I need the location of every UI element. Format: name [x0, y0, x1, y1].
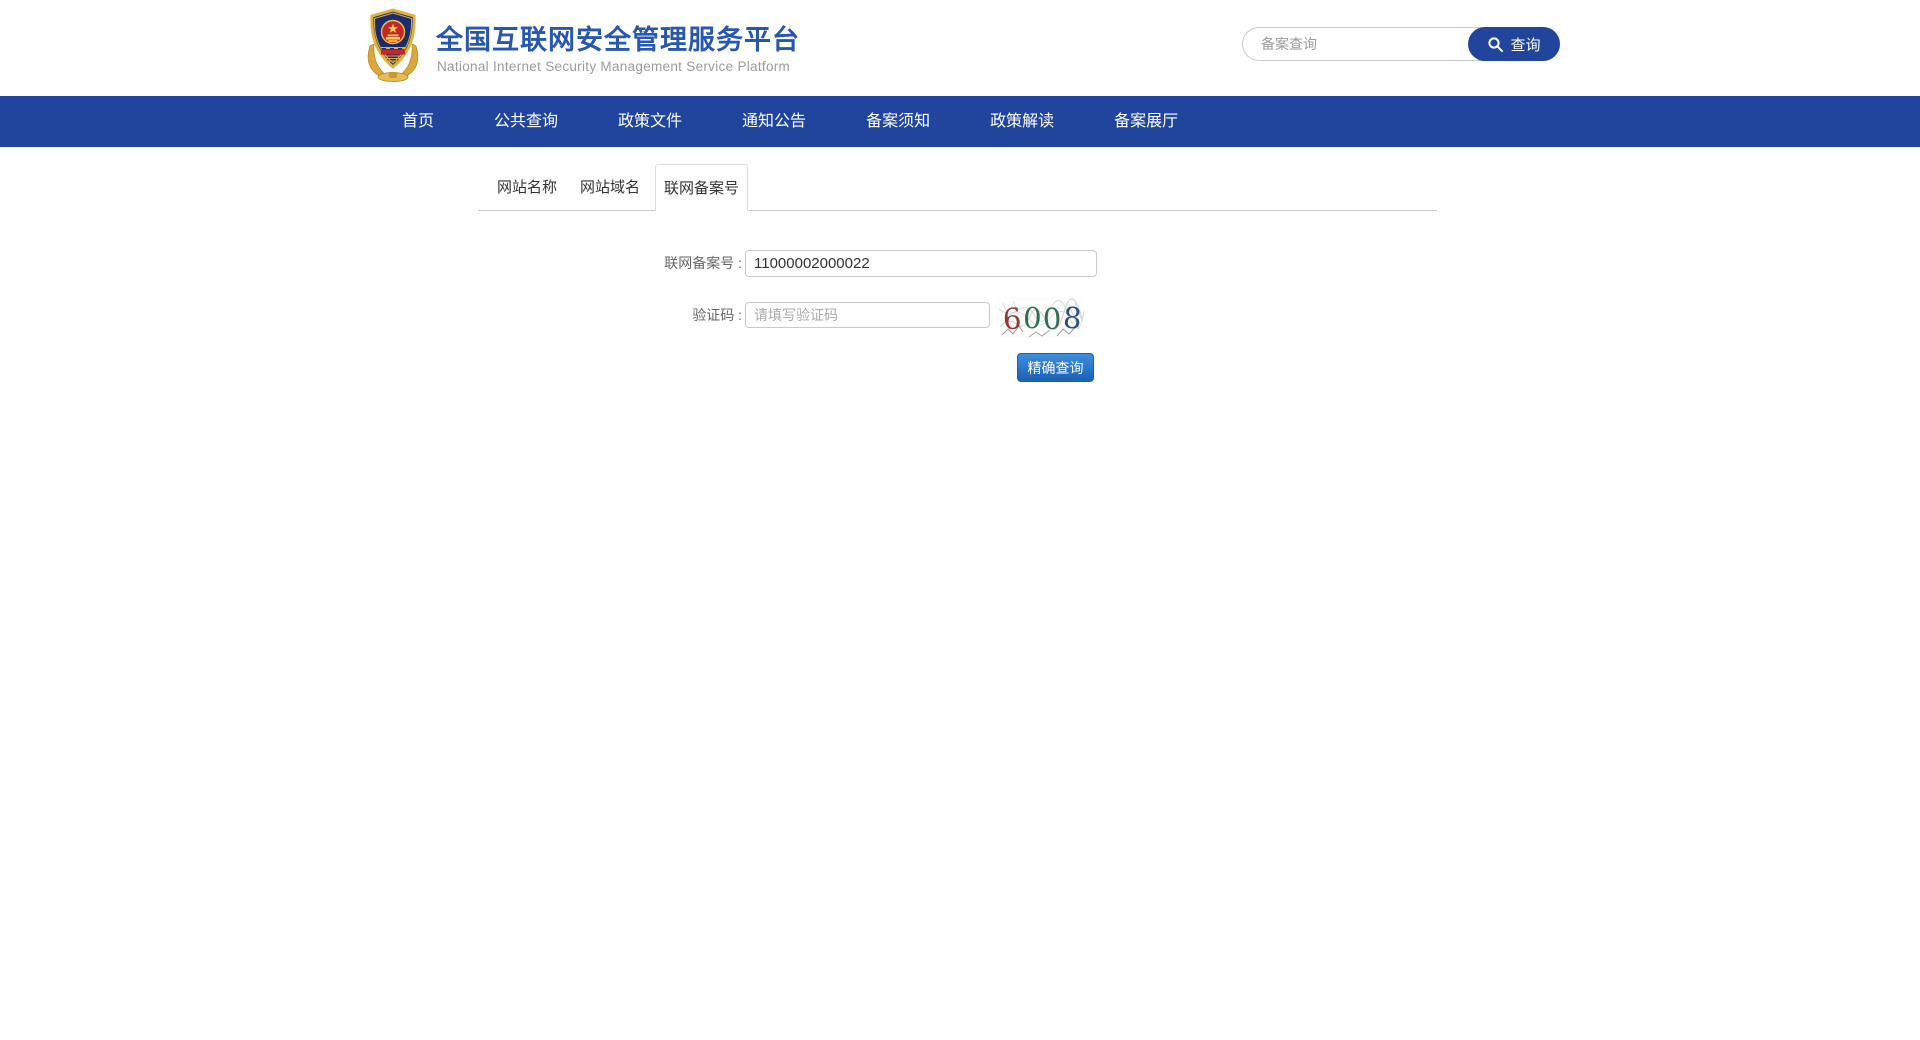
nav-item-policy-documents[interactable]: 政策文件: [588, 96, 712, 147]
tab-website-name[interactable]: 网站名称: [487, 164, 567, 211]
main-nav: 首页 公共查询 政策文件 通知公告 备案须知 政策解读 备案展厅: [0, 96, 1920, 147]
filing-number-input[interactable]: [745, 250, 1097, 277]
svg-text:8: 8: [1062, 300, 1083, 335]
search-input[interactable]: [1243, 28, 1465, 60]
site-subtitle: National Internet Security Management Se…: [437, 59, 790, 74]
svg-text:6: 6: [1002, 301, 1023, 336]
nav-item-filing-instructions[interactable]: 备案须知: [836, 96, 960, 147]
header-search: 查询: [1242, 27, 1560, 61]
captcha-image[interactable]: 6 0 0 8: [999, 297, 1084, 338]
page: 全国互联网安全管理服务平台 National Internet Security…: [0, 0, 1920, 1040]
nav-item-public-query[interactable]: 公共查询: [464, 96, 588, 147]
nav-item-home[interactable]: 首页: [372, 96, 464, 147]
svg-text:0: 0: [1042, 302, 1062, 337]
precise-query-button[interactable]: 精确查询: [1017, 353, 1094, 382]
tab-website-domain[interactable]: 网站域名: [570, 164, 650, 211]
captcha-label: 验证码 :: [560, 302, 742, 328]
nav-item-filing-hall[interactable]: 备案展厅: [1084, 96, 1208, 147]
nav-item-policy-interpretation[interactable]: 政策解读: [960, 96, 1084, 147]
search-button[interactable]: 查询: [1468, 27, 1560, 61]
site-title: 全国互联网安全管理服务平台: [436, 18, 800, 57]
svg-text:0: 0: [1022, 301, 1042, 336]
search-button-label: 查询: [1510, 34, 1540, 55]
police-badge-logo: [362, 8, 424, 82]
filing-number-label: 联网备案号 :: [560, 250, 742, 277]
main-nav-items: 首页 公共查询 政策文件 通知公告 备案须知 政策解读 备案展厅: [372, 96, 1208, 147]
site-header: 全国互联网安全管理服务平台 National Internet Security…: [0, 0, 1920, 96]
captcha-input[interactable]: [745, 302, 990, 328]
nav-item-notices[interactable]: 通知公告: [712, 96, 836, 147]
search-icon: [1487, 36, 1504, 53]
tab-filing-number[interactable]: 联网备案号: [655, 164, 748, 211]
